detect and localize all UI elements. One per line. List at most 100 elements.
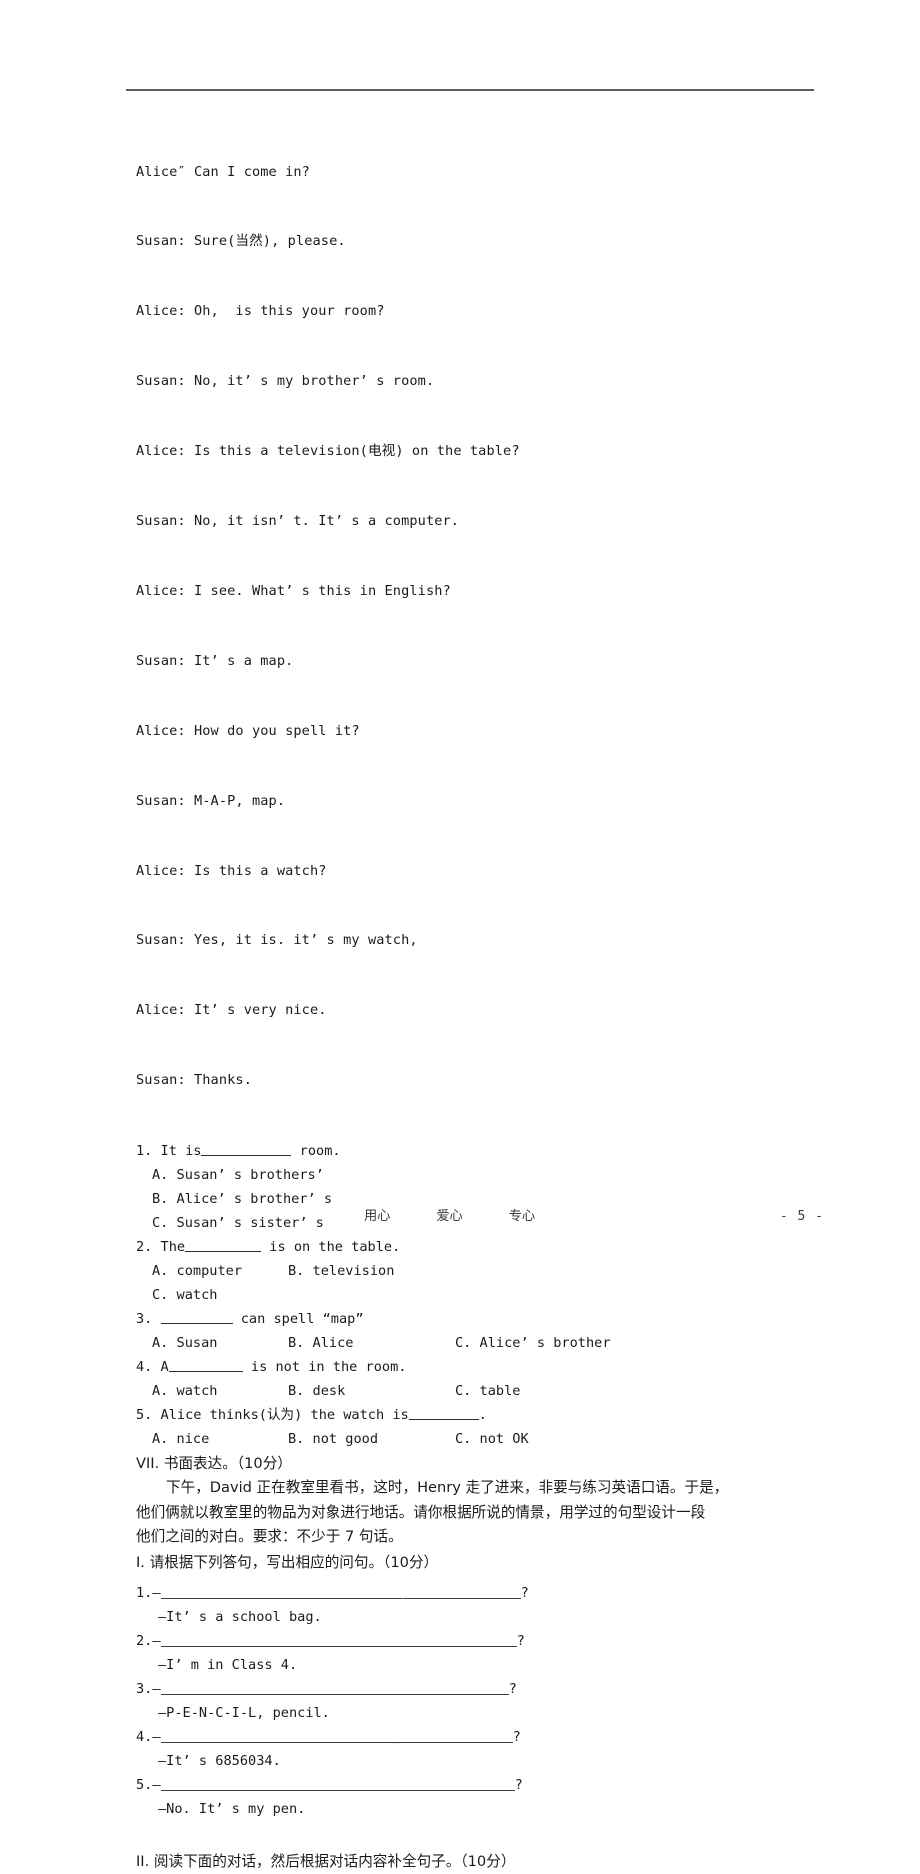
dialogue-line: Susan: Thanks. [136,1072,252,1089]
writing-prompt-line: 下午，David 正在教室里看书，这时，Henry 走了进来，非要与练习英语口语… [136,1476,816,1501]
question-stem: 2. The is on the table. [136,1235,836,1259]
question-number: 4. [136,1359,153,1376]
answer-blank[interactable] [408,1406,479,1421]
dialogue-line: Alice: Is this a watch? [136,862,327,879]
question-stem-before: It is [152,1143,202,1160]
fill-in-question-list: 1.—?. —It’ s a school bag. 2.—? —I’ m in… [136,1581,836,1821]
em-dash: — [152,1776,161,1793]
question-stem-before [152,1311,160,1327]
writing-prompt-line-text: 下午，David 正在教室里看书，这时，Henry 走了进来，非要与练习英语口语… [166,1479,729,1497]
writing-section-heading: VII. 书面表达。（10分） [136,1455,292,1473]
answer-blank[interactable] [168,1358,243,1373]
em-dash: — [152,1632,161,1649]
page-content: Alice″ Can I come in? Susan: Sure(当然), p… [136,114,836,1874]
answer-blank[interactable] [160,1584,521,1599]
question-number: 3. [136,1311,153,1328]
item-number: 5. [136,1776,153,1793]
scan-speck: . [400,1591,406,1602]
reading-dialogue: Alice″ Can I come in? Susan: Sure(当然), p… [136,114,836,1139]
option-row: C. watch [136,1283,836,1307]
fill-in-item: 3.—? —P-E-N-C-I-L, pencil. [136,1677,836,1725]
question-stem-after: can spell “map” [232,1311,364,1328]
em-dash: — [152,1680,161,1697]
em-dash: — [152,1728,161,1745]
dialogue-line: Alice: It’ s very nice. [136,1002,327,1019]
fill-in-item: 1.—?. —It’ s a school bag. [136,1581,836,1629]
question-stem-before: Alice thinks(认为) the watch is [152,1407,409,1424]
question-number: 2. [136,1239,153,1256]
item-number: 1. [136,1584,153,1601]
question-number: 1. [136,1143,153,1160]
header-rule [126,89,814,91]
footer-motto-word: 专心 [508,1209,536,1224]
em-dash: — [152,1584,161,1601]
option-c[interactable]: C. watch [152,1287,217,1303]
option-a[interactable]: A. computer [152,1259,288,1283]
question-mark: ? [520,1584,529,1601]
writing-prompt-line: 他们之间的对白。要求：不少于 7 句话。 [136,1528,403,1546]
fill-in-question-row: 1.—?. [136,1581,836,1605]
given-answer: —P-E-N-C-I-L, pencil. [158,1704,330,1721]
option-c[interactable]: C. Alice’ s brother [455,1335,611,1351]
dialogue-line: Alice: Is this a television(电视) on the t… [136,443,520,460]
question-mark: ? [508,1680,517,1697]
option-b[interactable]: B. television [288,1259,394,1283]
option-c[interactable]: C. not OK [455,1431,529,1447]
option-a[interactable]: A. watch [152,1379,288,1403]
dialogue-line: Susan: No, it isn’ t. It’ s a computer. [136,513,460,530]
answer-blank[interactable] [160,1680,509,1695]
option-b[interactable]: B. Alice [288,1331,455,1355]
item-number: 2. [136,1632,153,1649]
dialogue-line: Alice: Oh, is this your room? [136,300,836,323]
option-b[interactable]: B. desk [288,1379,455,1403]
answer-blank[interactable] [201,1142,292,1157]
answer-blank[interactable] [160,1728,513,1743]
fill-in-question-row: 4.—?. [136,1725,836,1749]
option-a[interactable]: A. nice [152,1427,288,1451]
fill-in-item: 2.—? —I’ m in Class 4. [136,1629,836,1677]
question-stem: 3. can spell “map” [136,1307,836,1331]
page-footer: 用心 爱心 专心 - 5 - [136,1205,824,1224]
question-stem-before: The [152,1239,186,1256]
question-stem-after: room. [291,1143,341,1160]
option-row: A. Susan’ s brothers’ [136,1163,836,1187]
given-answer: —I’ m in Class 4. [158,1656,298,1673]
footer-motto-word: 用心 [364,1209,391,1224]
question-mark: ? [516,1632,525,1649]
dialogue-line: Susan: Sure(当然), please. [136,233,346,250]
question-stem-after: . [478,1407,487,1424]
option-c[interactable]: C. table [455,1383,520,1399]
dialogue-line: Alice″ Can I come in? [136,163,310,180]
fill-in-item: 4.—?. —It’ s 6856034. [136,1725,836,1773]
section-one-heading: I. 请根据下列答句，写出相应的问句。（10分） [136,1553,439,1571]
answer-blank[interactable] [160,1310,233,1325]
question-mark: ? [514,1776,523,1793]
question-number: 5. [136,1407,153,1424]
question-item: 4. A is not in the room. A. watch B. desk… [136,1355,836,1403]
option-a[interactable]: A. Susan [152,1331,288,1355]
item-number: 4. [136,1728,153,1745]
section-two-heading: II. 阅读下面的对话，然后根据对话内容补全句子。（10分） [136,1852,516,1870]
scan-speck: . [392,1736,398,1747]
question-item: 5. Alice thinks(认为) the watch is. A. nic… [136,1403,836,1451]
option-row: A. computer B. television [136,1259,836,1283]
option-row: A. Susan B. Alice C. Alice’ s brother [136,1331,836,1355]
document-page: Alice″ Can I come in? Susan: Sure(当然), p… [0,0,920,1870]
answer-blank[interactable] [160,1776,515,1791]
question-mark: ? [512,1728,521,1745]
writing-prompt-paragraph: 下午，David 正在教室里看书，这时，Henry 走了进来，非要与练习英语口语… [136,1476,816,1550]
footer-motto-word: 爱心 [436,1209,463,1224]
footer-motto: 用心 爱心 专心 [364,1205,535,1224]
option-a[interactable]: A. Susan’ s brothers’ [152,1167,324,1183]
dialogue-line: Alice: How do you spell it? [136,722,360,739]
question-stem-after: is on the table. [261,1239,401,1256]
answer-blank[interactable] [185,1238,262,1253]
option-b[interactable]: B. not good [288,1427,455,1451]
option-row: A. watch B. desk C. table [136,1379,836,1403]
answer-blank[interactable] [160,1632,517,1647]
multiple-choice-questions: 1. It is room. A. Susan’ s brothers’ B. … [136,1139,836,1451]
question-stem: 4. A is not in the room. [136,1355,836,1379]
fill-in-question-row: 2.—? [136,1629,836,1653]
given-answer: —It’ s a school bag. [158,1608,322,1625]
dialogue-line: Susan: Yes, it is. it’ s my watch, [136,932,418,949]
